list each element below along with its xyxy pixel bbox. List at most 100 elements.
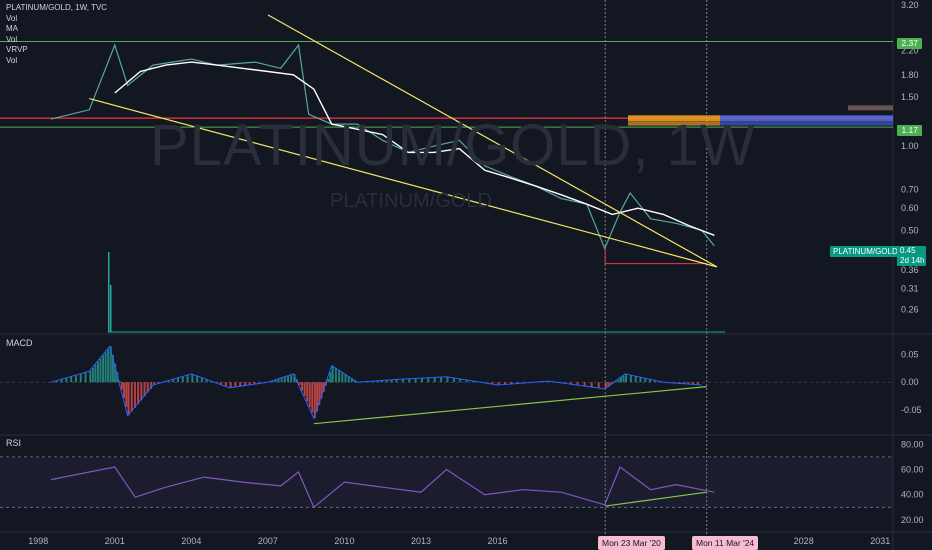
price-tick: 0.50: [901, 225, 919, 235]
macd-histogram-bar: [590, 382, 593, 387]
chart-legend[interactable]: PLATINUM/GOLD, 1W, TVC Vol MA Vol VRVP V…: [6, 3, 107, 66]
macd-tick: 0.05: [901, 350, 919, 360]
macd-histogram-bar: [440, 377, 443, 383]
vrvp-bar: [848, 105, 893, 111]
macd-histogram-bar: [617, 379, 620, 383]
bar-countdown: 2d 14h: [900, 256, 925, 265]
macd-histogram-bar: [446, 376, 449, 383]
macd-histogram-bar: [79, 373, 82, 383]
macd-histogram-bar: [290, 374, 293, 383]
current-price: 0.45: [900, 246, 916, 255]
rsi-label[interactable]: RSI: [6, 438, 21, 449]
macd-histogram-bar: [125, 382, 128, 407]
symbol-badge: PLATINUM/GOLD: [830, 246, 901, 257]
current-price-tag: 0.45 2d 14h: [897, 246, 926, 266]
macd-histogram-bar: [133, 382, 136, 408]
macd-histogram-bar: [308, 382, 311, 408]
macd-histogram-bar: [634, 376, 637, 383]
macd-histogram-bar: [408, 378, 411, 383]
level-tag-upper: 2.37: [897, 38, 922, 49]
macd-histogram-bar: [99, 358, 102, 383]
macd-histogram-bar: [329, 372, 332, 383]
macd-histogram-bar: [137, 382, 140, 405]
macd-histogram-bar: [89, 371, 92, 383]
macd-histogram-bar: [303, 382, 306, 397]
macd-tick: -0.05: [901, 405, 922, 415]
symbol-line[interactable]: PLATINUM/GOLD, 1W, TVC: [6, 3, 107, 14]
rsi-tick: 20.00: [901, 515, 924, 525]
macd-histogram-bar: [123, 382, 126, 399]
time-tick: 2004: [181, 536, 201, 546]
macd-histogram-bar: [420, 378, 423, 383]
macd-histogram-bar: [107, 349, 110, 383]
indicator-vol-1[interactable]: Vol: [6, 14, 107, 25]
macd-label[interactable]: MACD: [6, 338, 33, 349]
macd-histogram-bar: [120, 382, 123, 390]
macd-histogram-bar: [433, 377, 436, 383]
macd-histogram-bar: [177, 378, 180, 383]
macd-histogram-bar: [427, 377, 430, 383]
macd-histogram-bar: [127, 382, 130, 416]
macd-histogram-bar: [191, 373, 194, 383]
volume-bar: [110, 285, 112, 332]
macd-histogram-bar: [619, 377, 622, 383]
chart-canvas[interactable]: 3.202.201.801.501.000.700.600.500.360.31…: [0, 0, 932, 550]
price-tick: 1.50: [901, 92, 919, 102]
macd-histogram-bar: [338, 369, 341, 383]
macd-histogram-bar: [70, 376, 73, 383]
price-tick: 0.26: [901, 305, 919, 315]
time-tick: 2007: [258, 536, 278, 546]
indicator-vol-2[interactable]: Vol: [6, 35, 107, 46]
macd-histogram-bar: [229, 382, 232, 388]
level-tag-lower: 1.17: [897, 125, 922, 136]
price-tick: 0.60: [901, 203, 919, 213]
macd-histogram-bar: [414, 378, 417, 383]
time-tick: 2016: [488, 536, 508, 546]
macd-histogram-bar: [331, 365, 334, 383]
macd-histogram-bar: [84, 372, 87, 383]
date-marker-left: Mon 23 Mar '20: [598, 536, 665, 550]
price-tick: 0.31: [901, 283, 919, 293]
macd-histogram-bar: [625, 373, 628, 383]
rsi-tick: 60.00: [901, 465, 924, 475]
indicator-vrvp[interactable]: VRVP: [6, 45, 107, 56]
macd-histogram-bar: [74, 375, 77, 383]
macd-histogram-bar: [102, 355, 105, 383]
macd-histogram-bar: [96, 361, 99, 383]
macd-histogram-bar: [306, 382, 309, 402]
rsi-tick: 40.00: [901, 490, 924, 500]
macd-histogram-bar: [311, 382, 314, 413]
macd-histogram-bar: [277, 379, 280, 383]
macd-histogram-bar: [224, 382, 227, 387]
time-tick: 2010: [334, 536, 354, 546]
symbol-watermark: PLATINUM/GOLD, 1W: [150, 113, 756, 178]
price-tick: 1.80: [901, 70, 919, 80]
macd-histogram-bar: [629, 374, 632, 383]
macd-histogram-bar: [186, 375, 189, 383]
rsi-plot: [0, 456, 893, 509]
macd-tick: 0.00: [901, 377, 919, 387]
time-tick: 1998: [28, 536, 48, 546]
rsi-tick: 80.00: [901, 439, 924, 449]
time-tick: 2031: [870, 536, 890, 546]
symbol-watermark-sub: PLATINUM/GOLD: [330, 190, 492, 212]
date-marker-right: Mon 11 Mar '24: [692, 536, 759, 550]
time-tick: 2001: [105, 536, 125, 546]
volume-bar: [108, 252, 110, 332]
macd-histogram-bar: [301, 382, 304, 391]
macd-histogram-bar: [60, 379, 63, 383]
macd-histogram-bar: [104, 352, 107, 383]
indicator-vol-3[interactable]: Vol: [6, 56, 107, 67]
indicator-ma[interactable]: MA: [6, 24, 107, 35]
macd-histogram-bar: [622, 375, 625, 383]
macd-histogram-bar: [91, 368, 94, 383]
macd-histogram-bar: [65, 378, 68, 383]
time-tick: 2013: [411, 536, 431, 546]
macd-histogram-bar: [283, 377, 286, 383]
macd-histogram-bar: [287, 376, 290, 383]
rsi-band: [0, 456, 893, 508]
macd-histogram-bar: [130, 382, 133, 412]
time-tick: 2028: [794, 536, 814, 546]
macd-histogram-bar: [94, 364, 97, 383]
macd-histogram-bar: [280, 378, 283, 383]
